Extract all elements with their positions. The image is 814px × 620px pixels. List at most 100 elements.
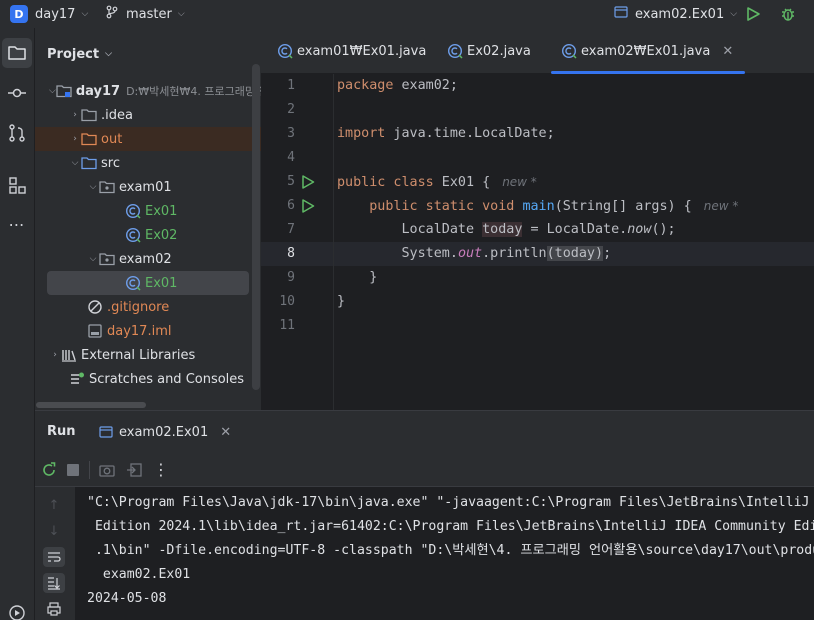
project-panel-header[interactable]: Project ⌵	[47, 28, 112, 80]
code-line-1: package exam02;	[337, 78, 458, 93]
tree-item-day17[interactable]: ⌵ day17 D:₩박세현₩4. 프로그래밍 언어활용₩source₩day1…	[35, 79, 391, 103]
title-bar: D day17 ⌵ master ⌵ exam02.Ex01 ⌵	[0, 0, 814, 28]
console-line: .1\bin" -Dfile.encoding=UTF-8 -classpath…	[94, 543, 814, 558]
expand-arrow-icon[interactable]: ⌵	[69, 158, 81, 168]
run-main-gutter-icon[interactable]	[301, 199, 315, 213]
tab-exam01-ex01[interactable]: exam01₩Ex01.java	[277, 28, 426, 74]
more-vertical-icon[interactable]: ⋮	[153, 460, 169, 479]
inlay-hint-author: new *	[502, 175, 537, 189]
tree-item-label: .idea	[101, 107, 133, 123]
structure-tool-button[interactable]	[2, 170, 32, 200]
camera-icon[interactable]	[99, 463, 115, 477]
expand-arrow-icon[interactable]: ⌵	[87, 254, 99, 264]
tree-item-src[interactable]: ⌵ src	[35, 151, 253, 175]
run-class-gutter-icon[interactable]	[301, 175, 315, 189]
structure-icon	[9, 177, 26, 194]
close-icon[interactable]: ✕	[220, 425, 231, 440]
folder-icon	[8, 46, 26, 60]
tab-exam02-ex01[interactable]: exam02₩Ex01.java ✕	[550, 28, 746, 74]
commit-tool-button[interactable]	[2, 78, 32, 108]
chevron-down-icon: ⌵	[177, 9, 185, 19]
console-line: "C:\Program Files\Java\jdk-17\bin\java.e…	[87, 495, 810, 510]
scroll-up-button[interactable]: ↑	[43, 495, 65, 515]
tree-item-exam01-ex02[interactable]: Ex02	[35, 223, 253, 247]
code-line-8: System.out.println(today);	[337, 246, 612, 261]
tree-item-exam01-ex01[interactable]: Ex01	[35, 199, 253, 223]
scroll-to-end-icon	[48, 577, 60, 590]
commit-icon	[8, 88, 26, 98]
expand-arrow-icon[interactable]: ›	[69, 110, 81, 120]
console-line: exam02.Ex01	[87, 567, 191, 582]
tree-item-scratches[interactable]: Scratches and Consoles	[35, 367, 253, 391]
tab-ex02[interactable]: Ex02.java	[447, 28, 531, 74]
tree-item-label: src	[101, 155, 120, 171]
code-editor[interactable]: package exam02; import java.time.LocalDa…	[333, 74, 814, 410]
expand-arrow-icon[interactable]: ›	[49, 350, 61, 360]
more-tools-button[interactable]: ⋯	[2, 209, 32, 239]
line-number: 10	[279, 294, 295, 309]
line-number: 6	[287, 198, 295, 213]
run-icon	[747, 7, 760, 21]
expand-arrow-icon[interactable]: ›	[69, 134, 81, 144]
soft-wrap-button[interactable]	[43, 547, 65, 567]
console-side-toolbar: ↑ ↓	[35, 487, 75, 620]
tree-item-label: Scratches and Consoles	[89, 371, 245, 387]
project-tool-button[interactable]	[2, 38, 32, 68]
run-config-name: exam02.Ex01	[635, 6, 725, 22]
debug-icon	[782, 8, 794, 21]
stop-icon[interactable]	[67, 464, 79, 476]
toolbar-divider	[89, 461, 90, 479]
line-number: 2	[287, 102, 295, 117]
editor-gutter: 1 2 3 4 5 6 7 8 9 10 11	[261, 74, 333, 410]
source-folder-icon	[81, 155, 97, 171]
tree-item-gitignore[interactable]: .gitignore	[35, 295, 253, 319]
tree-item-exam01[interactable]: ⌵ exam01	[35, 175, 253, 199]
chevron-down-icon: ⌵	[81, 9, 89, 19]
expand-arrow-icon[interactable]: ⌵	[87, 182, 99, 192]
tree-item-out[interactable]: › out	[35, 127, 261, 151]
branch-selector[interactable]: master ⌵	[105, 0, 185, 28]
line-number: 1	[287, 78, 295, 93]
branch-name: master	[126, 6, 172, 22]
line-number: 11	[279, 318, 295, 333]
tree-item-label: out	[101, 131, 123, 147]
pull-requests-icon	[9, 124, 25, 142]
debug-button[interactable]	[780, 0, 796, 28]
close-icon[interactable]: ✕	[722, 44, 733, 59]
project-badge: D	[10, 5, 28, 23]
tree-item-iml[interactable]: day17.iml	[35, 319, 253, 343]
tree-item-exam02-ex01[interactable]: Ex01	[47, 271, 249, 295]
run-tab[interactable]: exam02.Ex01 ✕	[99, 411, 231, 453]
run-config-selector[interactable]: exam02.Ex01 ⌵	[614, 0, 737, 28]
chevron-down-icon: ⌵	[730, 9, 738, 19]
rerun-icon[interactable]	[41, 462, 57, 478]
java-class-icon	[125, 275, 141, 291]
tree-item-label: Ex01	[145, 203, 178, 219]
scroll-down-button[interactable]: ↓	[43, 521, 65, 541]
pull-requests-tool-button[interactable]	[2, 118, 32, 148]
print-button[interactable]	[43, 599, 65, 619]
project-horizontal-scrollbar[interactable]	[36, 402, 146, 408]
expand-arrow-icon[interactable]: ⌵	[49, 86, 56, 96]
line-number: 7	[287, 222, 295, 237]
project-selector[interactable]: D day17 ⌵	[10, 0, 88, 28]
code-line-5: public class Ex01 {new *	[337, 175, 537, 190]
run-panel-title: Run	[47, 424, 76, 439]
tree-item-external-libraries[interactable]: › External Libraries	[35, 343, 253, 367]
exit-icon[interactable]	[126, 463, 142, 477]
tree-item-exam02[interactable]: ⌵ exam02	[35, 247, 253, 271]
excluded-folder-icon	[81, 131, 97, 147]
run-button[interactable]	[745, 0, 761, 28]
services-icon	[9, 605, 25, 620]
code-line-10: }	[337, 294, 346, 309]
project-panel: Project ⌵ ⌵ day17 D:₩박세현₩4. 프로그래밍 언어활용₩s…	[35, 28, 391, 410]
project-vertical-scrollbar[interactable]	[252, 64, 260, 390]
console-output[interactable]: "C:\Program Files\Java\jdk-17\bin\java.e…	[75, 487, 814, 620]
editor-tab-bar: exam01₩Ex01.java Ex02.java exam02₩Ex01.j…	[261, 28, 814, 74]
scroll-to-end-button[interactable]	[43, 573, 65, 593]
services-tool-button[interactable]	[2, 602, 32, 620]
code-line-6: public static void main(String[] args) {…	[369, 199, 739, 214]
tool-window-strip: ⋯	[0, 28, 35, 620]
libraries-icon	[61, 347, 77, 363]
tree-item-idea[interactable]: › .idea	[35, 103, 253, 127]
